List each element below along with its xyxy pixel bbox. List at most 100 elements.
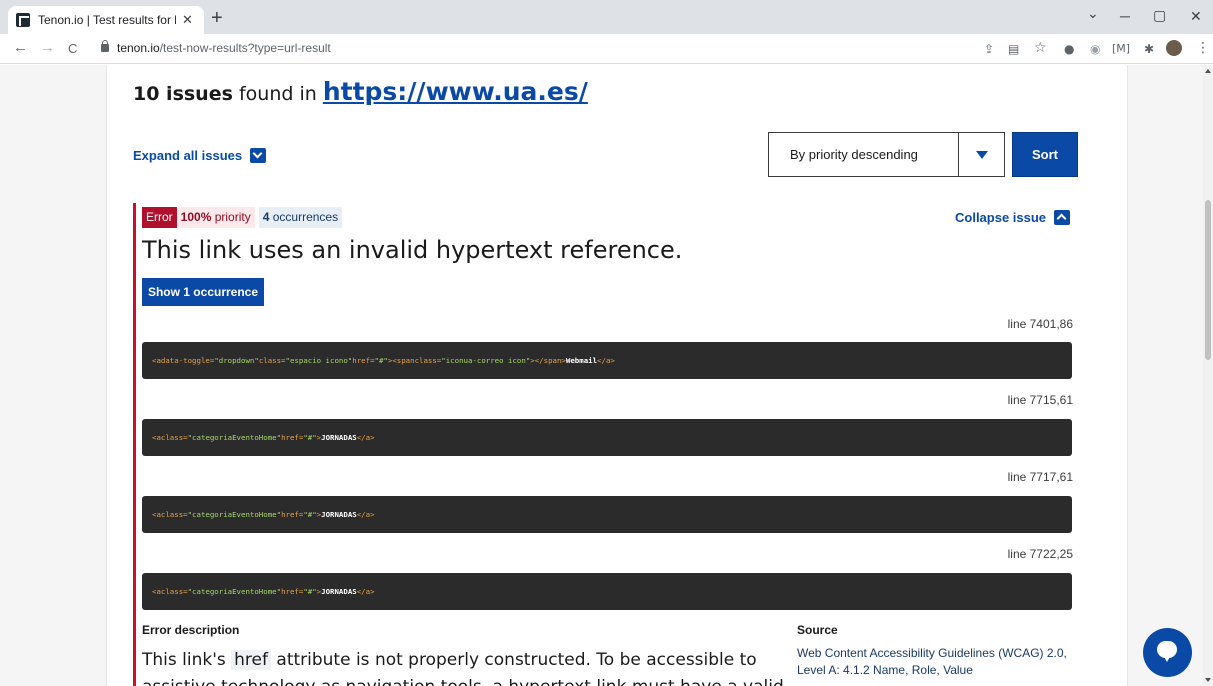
issue-title: This link uses an invalid hypertext refe… xyxy=(142,236,683,264)
chevron-down-icon xyxy=(250,148,267,163)
extension-circle-icon[interactable]: ◉ xyxy=(1090,42,1100,56)
extension-m-icon[interactable]: [M] xyxy=(1112,42,1130,55)
code-token: class= xyxy=(414,356,442,365)
tab-search-icon[interactable]: ⌄ xyxy=(1087,5,1099,22)
scroll-down-arrow-icon[interactable] xyxy=(1205,678,1211,682)
browser-menu-icon[interactable]: ⋮ xyxy=(1196,40,1210,56)
tab-close-icon[interactable]: ✕ xyxy=(182,12,193,28)
priority-label: priority xyxy=(211,210,251,224)
new-tab-button[interactable]: + xyxy=(211,7,223,30)
code-token: class= xyxy=(160,510,188,519)
code-token: data-toggle= xyxy=(160,356,215,365)
code-token: "iconua-correo icon" xyxy=(441,356,531,365)
wordpress-extension-icon[interactable]: ● xyxy=(1064,42,1074,56)
results-heading: 10 issues found in https://www.ua.es/ xyxy=(133,77,588,106)
code-token: href= xyxy=(352,356,375,365)
reload-button[interactable]: C xyxy=(68,41,77,56)
lock-icon[interactable] xyxy=(101,40,109,52)
browser-toolbar: ← → C tenon.io/test-now-results?type=url… xyxy=(0,34,1213,64)
expand-all-issues[interactable]: Expand all issues xyxy=(133,148,267,163)
code-snippet-4: <a class= "categoriaEventoHome" href= "#" >… xyxy=(142,573,1072,610)
code-token: <a xyxy=(152,433,161,442)
install-app-icon[interactable]: ⇪ xyxy=(984,42,994,56)
sort-selected-value: By priority descending xyxy=(790,147,918,162)
chat-bubble-icon[interactable] xyxy=(1143,628,1192,677)
code-token: </a> xyxy=(356,433,375,442)
translate-icon[interactable]: ▤ xyxy=(1008,42,1019,56)
tab-title: Tenon.io | Test results for https:// xyxy=(38,13,176,27)
description-before: This link's xyxy=(142,650,232,670)
source-text: Web Content Accessibility Guidelines (WC… xyxy=(797,646,1067,677)
code-token: href= xyxy=(281,433,304,442)
occurrence-line-4: line 7722,25 xyxy=(1007,547,1073,561)
code-token: Webmail xyxy=(565,356,598,365)
code-token: ></span> xyxy=(530,356,566,365)
scroll-up-arrow-icon[interactable] xyxy=(1205,69,1211,73)
collapse-issue-label: Collapse issue xyxy=(955,210,1047,225)
minimize-button[interactable]: ─ xyxy=(1120,8,1130,24)
occurrence-line-1: line 7401,86 xyxy=(1007,317,1073,331)
sort-select[interactable]: By priority descending xyxy=(768,132,1005,177)
code-token: "categoriaEventoHome" xyxy=(187,510,282,519)
dropdown-arrow-icon xyxy=(958,133,1004,176)
page-scrollbar[interactable] xyxy=(1203,65,1213,686)
right-gutter xyxy=(1127,65,1203,686)
code-token: href= xyxy=(281,510,304,519)
address-bar[interactable]: tenon.io/test-now-results?type=url-resul… xyxy=(117,41,331,55)
code-token: "#" xyxy=(303,510,317,519)
back-button[interactable]: ← xyxy=(13,39,28,56)
code-token: class= xyxy=(258,356,286,365)
left-gutter xyxy=(0,65,107,686)
collapse-issue[interactable]: Collapse issue xyxy=(955,210,1071,225)
code-token: JORNADAS xyxy=(321,433,357,442)
code-token: class= xyxy=(160,433,188,442)
page-viewport: 10 issues found in https://www.ua.es/ Ex… xyxy=(0,65,1203,686)
code-token: JORNADAS xyxy=(321,587,357,596)
code-snippet-2: <a class= "categoriaEventoHome" href= "#" >… xyxy=(142,419,1072,456)
found-in-text: found in xyxy=(232,83,323,105)
code-token: ><span xyxy=(387,356,415,365)
priority-badge: 100% priority xyxy=(176,207,255,228)
code-token: </a> xyxy=(356,587,375,596)
forward-button[interactable]: → xyxy=(40,39,55,56)
code-token: <a xyxy=(152,510,161,519)
show-occurrence-button[interactable]: Show 1 occurrence xyxy=(142,278,264,306)
issue-badges: Error 100% priority 4 occurrences xyxy=(142,207,343,228)
code-token: "espacio icono" xyxy=(285,356,353,365)
sort-button[interactable]: Sort xyxy=(1012,132,1078,177)
extensions-puzzle-icon[interactable]: ✱ xyxy=(1144,42,1154,56)
occurrence-line-2: line 7715,61 xyxy=(1007,393,1073,407)
code-token: "#" xyxy=(303,587,317,596)
code-token: class= xyxy=(160,587,188,596)
occurrences-badge: 4 occurrences xyxy=(258,207,343,228)
url-path: /test-now-results?type=url-result xyxy=(159,41,331,55)
error-badge: Error xyxy=(142,207,177,228)
bookmark-star-icon[interactable]: ☆ xyxy=(1034,40,1047,56)
code-token: "categoriaEventoHome" xyxy=(187,587,282,596)
code-token: </a> xyxy=(356,510,375,519)
expand-all-label: Expand all issues xyxy=(133,148,243,163)
maximize-button[interactable]: ▢ xyxy=(1153,7,1166,24)
code-token: "categoriaEventoHome" xyxy=(187,433,282,442)
error-description-text: This link's href attribute is not proper… xyxy=(142,647,792,686)
issue-error-stripe xyxy=(133,203,136,686)
code-snippet-1: <a data-toggle= "dropdown" class= "espacio… xyxy=(142,342,1072,379)
occurrences-label: occurrences xyxy=(269,210,339,224)
source-heading: Source xyxy=(797,623,838,637)
scrollbar-thumb[interactable] xyxy=(1205,200,1211,360)
code-token: href= xyxy=(281,587,304,596)
description-code: href xyxy=(231,650,271,670)
tenon-favicon-icon xyxy=(16,13,30,27)
error-description-heading: Error description xyxy=(142,623,240,637)
url-domain: tenon.io xyxy=(117,41,160,55)
code-token: JORNADAS xyxy=(321,510,357,519)
tested-url-link[interactable]: https://www.ua.es/ xyxy=(323,77,588,106)
browser-tab-bar: Tenon.io | Test results for https:// ✕ +… xyxy=(0,0,1213,34)
profile-avatar[interactable] xyxy=(1166,40,1182,56)
code-token: <a xyxy=(152,587,161,596)
code-token: <a xyxy=(152,356,161,365)
code-snippet-3: <a class= "categoriaEventoHome" href= "#" >… xyxy=(142,496,1072,533)
browser-tab[interactable]: Tenon.io | Test results for https:// ✕ xyxy=(8,6,204,34)
code-token: </a> xyxy=(597,356,615,365)
close-window-button[interactable]: ✕ xyxy=(1190,8,1202,25)
